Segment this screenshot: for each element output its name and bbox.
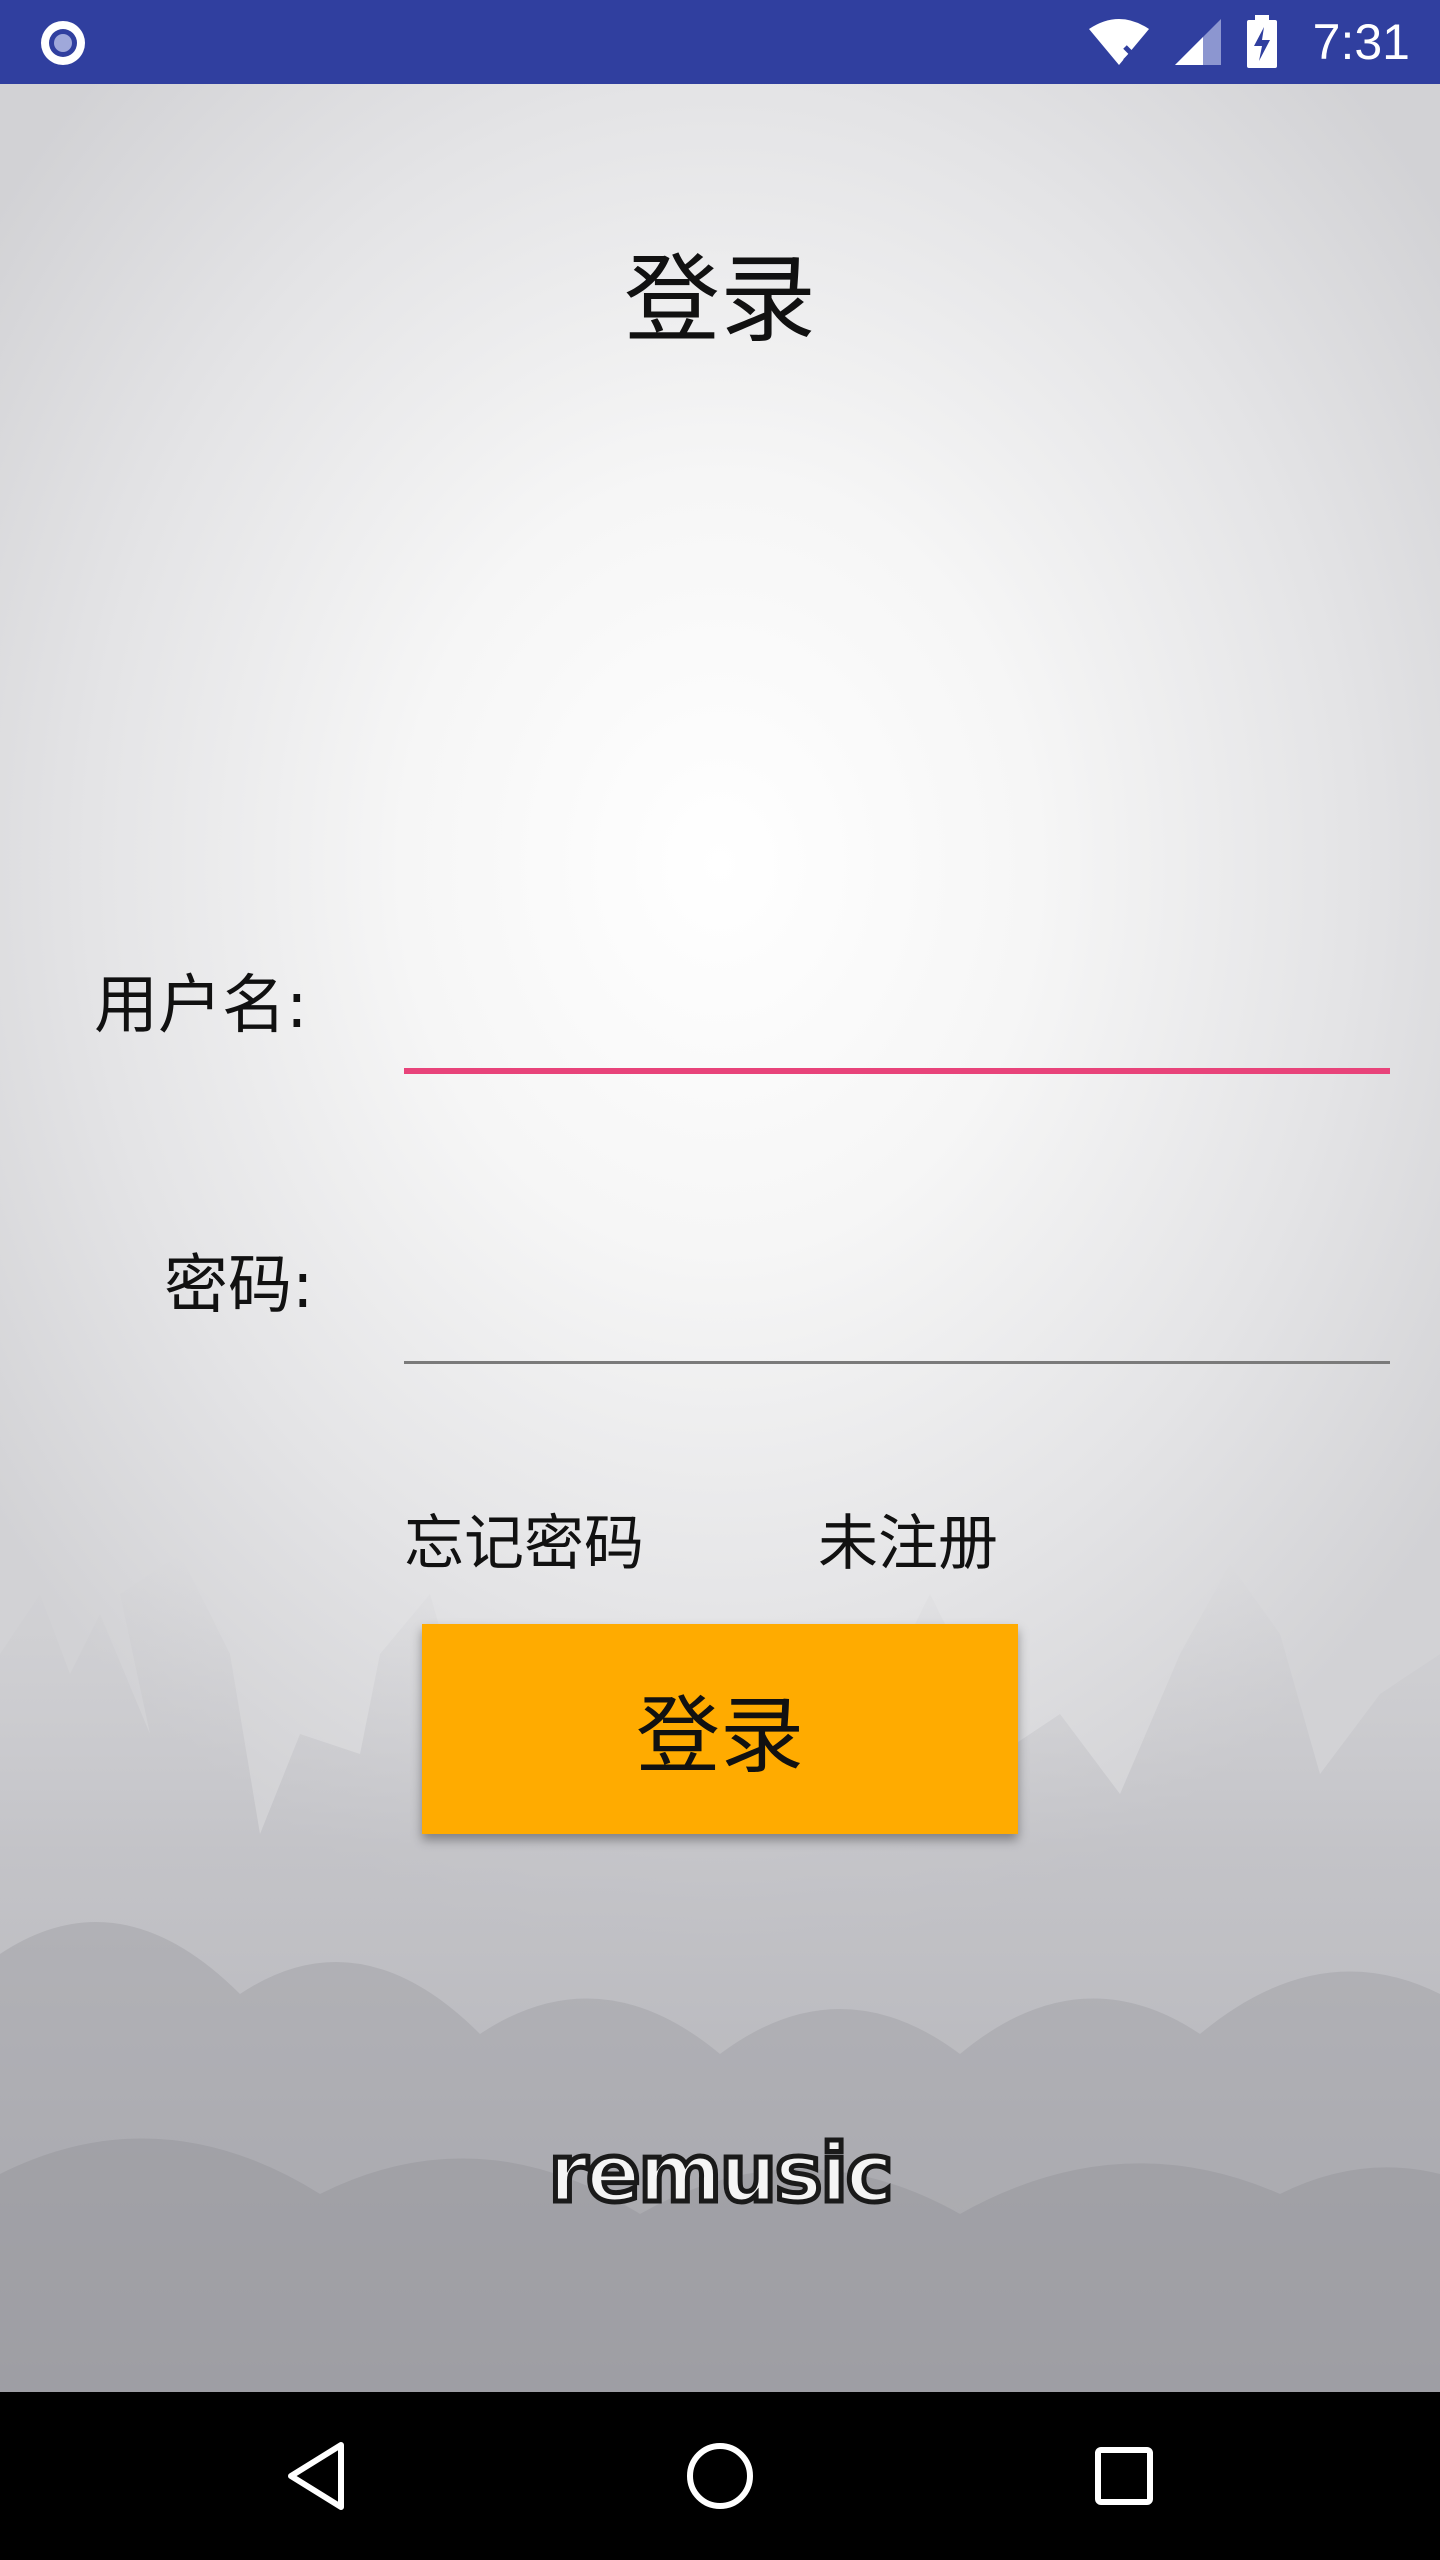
register-link[interactable]: 未注册 <box>818 1514 998 1574</box>
password-input[interactable] <box>404 1274 1390 1364</box>
battery-charging-icon <box>1245 15 1279 69</box>
forgot-password-link[interactable]: 忘记密码 <box>404 1514 644 1574</box>
back-icon[interactable] <box>266 2426 366 2526</box>
username-label: 用户名: <box>94 969 308 1043</box>
page-title: 登录 <box>624 244 816 356</box>
recent-apps-icon[interactable] <box>1074 2426 1174 2526</box>
home-icon[interactable] <box>670 2426 770 2526</box>
login-button[interactable]: 登录 <box>422 1624 1018 1834</box>
wifi-off-icon <box>1087 17 1151 67</box>
status-icons: 7:31 <box>1065 0 1410 84</box>
notification-circle-icon <box>38 18 88 68</box>
cell-signal-icon <box>1173 17 1223 67</box>
status-bar: 7:31 <box>0 0 1440 84</box>
remusic-logo: remusic <box>546 2127 895 2220</box>
password-label: 密码: <box>164 1249 314 1323</box>
status-time: 7:31 <box>1312 14 1410 70</box>
navigation-bar <box>0 2392 1440 2560</box>
username-input[interactable] <box>404 984 1390 1074</box>
login-screen: 登录 用户名: 密码: 忘记密码 未注册 登录 remusic <box>0 84 1440 2392</box>
